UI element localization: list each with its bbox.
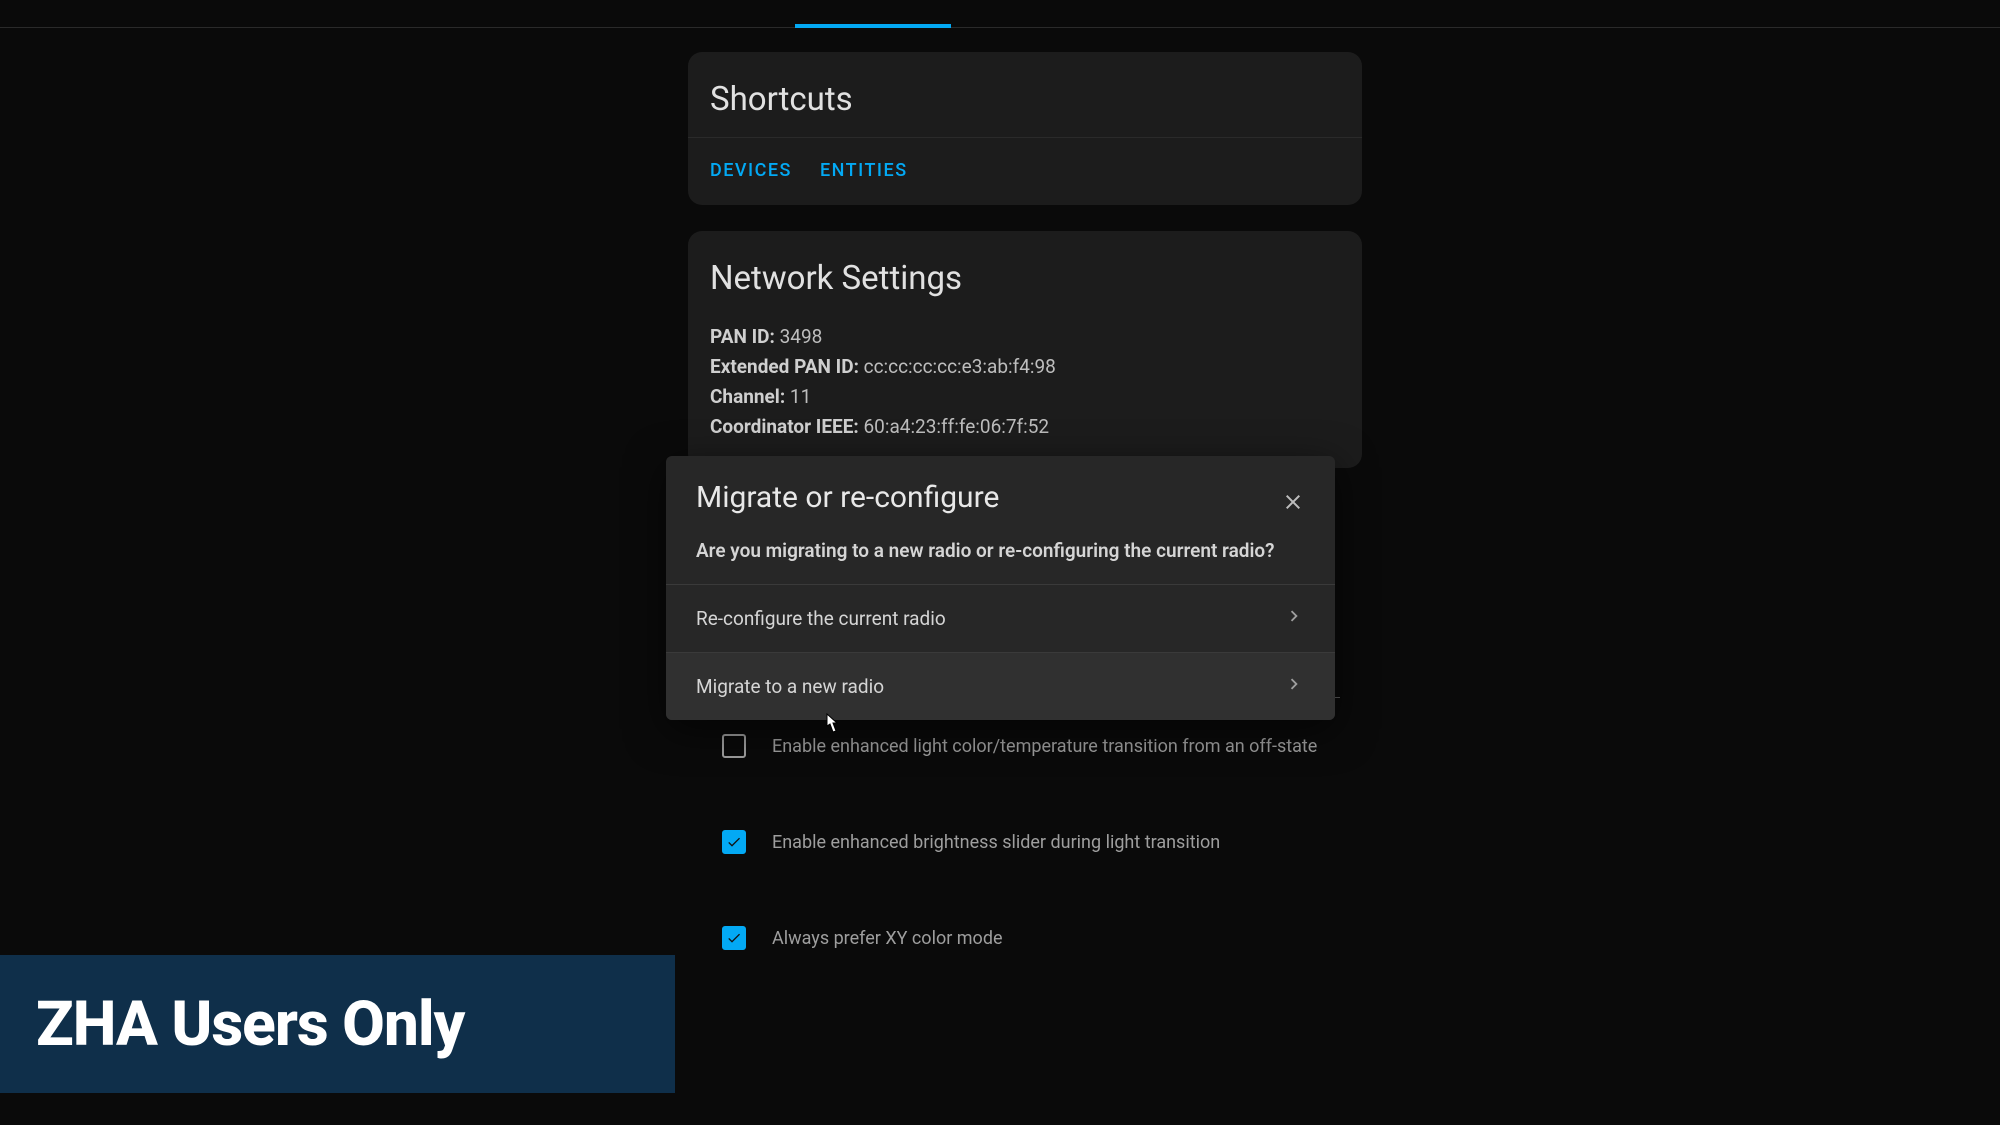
zha-banner-text: ZHA Users Only — [36, 988, 464, 1061]
entities-link[interactable]: ENTITIES — [820, 160, 908, 181]
migrate-dialog: Migrate or re-configure Are you migratin… — [666, 456, 1335, 720]
active-tab-indicator — [795, 24, 951, 28]
network-settings-body: PAN ID: 3498 Extended PAN ID: cc:cc:cc:c… — [688, 316, 1362, 464]
reconfigure-label: Re-configure the current radio — [696, 607, 946, 630]
xy-color-label: Always prefer XY color mode — [772, 928, 1003, 949]
xy-color-row: Always prefer XY color mode — [710, 890, 1340, 986]
dialog-subtitle: Are you migrating to a new radio or re-c… — [666, 533, 1335, 584]
devices-link[interactable]: DEVICES — [710, 160, 792, 181]
dialog-close-button[interactable] — [1273, 482, 1313, 522]
check-icon — [726, 834, 742, 850]
channel-label: Channel: — [710, 385, 785, 408]
channel-row: Channel: 11 — [710, 382, 1340, 412]
network-settings-card: Network Settings PAN ID: 3498 Extended P… — [688, 231, 1362, 468]
dialog-title: Migrate or re-configure — [696, 480, 1305, 515]
zha-banner: ZHA Users Only — [0, 955, 675, 1093]
coordinator-row: Coordinator IEEE: 60:a4:23:ff:fe:06:7f:5… — [710, 412, 1340, 442]
extended-pan-row: Extended PAN ID: cc:cc:cc:cc:e3:ab:f4:98 — [710, 352, 1340, 382]
check-icon — [726, 930, 742, 946]
coordinator-label: Coordinator IEEE: — [710, 415, 859, 438]
enhanced-brightness-label: Enable enhanced brightness slider during… — [772, 832, 1220, 853]
migrate-option[interactable]: Migrate to a new radio — [666, 652, 1335, 720]
top-bar — [0, 0, 2000, 28]
shortcuts-card: Shortcuts DEVICES ENTITIES — [688, 52, 1362, 205]
migrate-label: Migrate to a new radio — [696, 675, 884, 698]
xy-color-checkbox[interactable] — [722, 926, 746, 950]
reconfigure-option[interactable]: Re-configure the current radio — [666, 584, 1335, 652]
enhanced-brightness-checkbox[interactable] — [722, 830, 746, 854]
network-settings-title: Network Settings — [688, 231, 1362, 316]
enhanced-color-label: Enable enhanced light color/temperature … — [772, 736, 1317, 757]
enhanced-brightness-row: Enable enhanced brightness slider during… — [710, 794, 1340, 890]
extended-pan-value: cc:cc:cc:cc:e3:ab:f4:98 — [864, 355, 1056, 378]
shortcut-links: DEVICES ENTITIES — [688, 137, 1362, 201]
chevron-right-icon — [1283, 673, 1305, 700]
pan-id-label: PAN ID: — [710, 325, 775, 348]
coordinator-value: 60:a4:23:ff:fe:06:7f:52 — [863, 415, 1049, 438]
dialog-header: Migrate or re-configure — [666, 456, 1335, 533]
close-icon — [1281, 490, 1305, 514]
extended-pan-label: Extended PAN ID: — [710, 355, 859, 378]
shortcuts-title: Shortcuts — [688, 52, 1362, 137]
pan-id-value: 3498 — [780, 325, 823, 348]
channel-value: 11 — [790, 385, 811, 408]
chevron-right-icon — [1283, 605, 1305, 632]
pan-id-row: PAN ID: 3498 — [710, 322, 1340, 352]
enhanced-color-checkbox[interactable] — [722, 734, 746, 758]
